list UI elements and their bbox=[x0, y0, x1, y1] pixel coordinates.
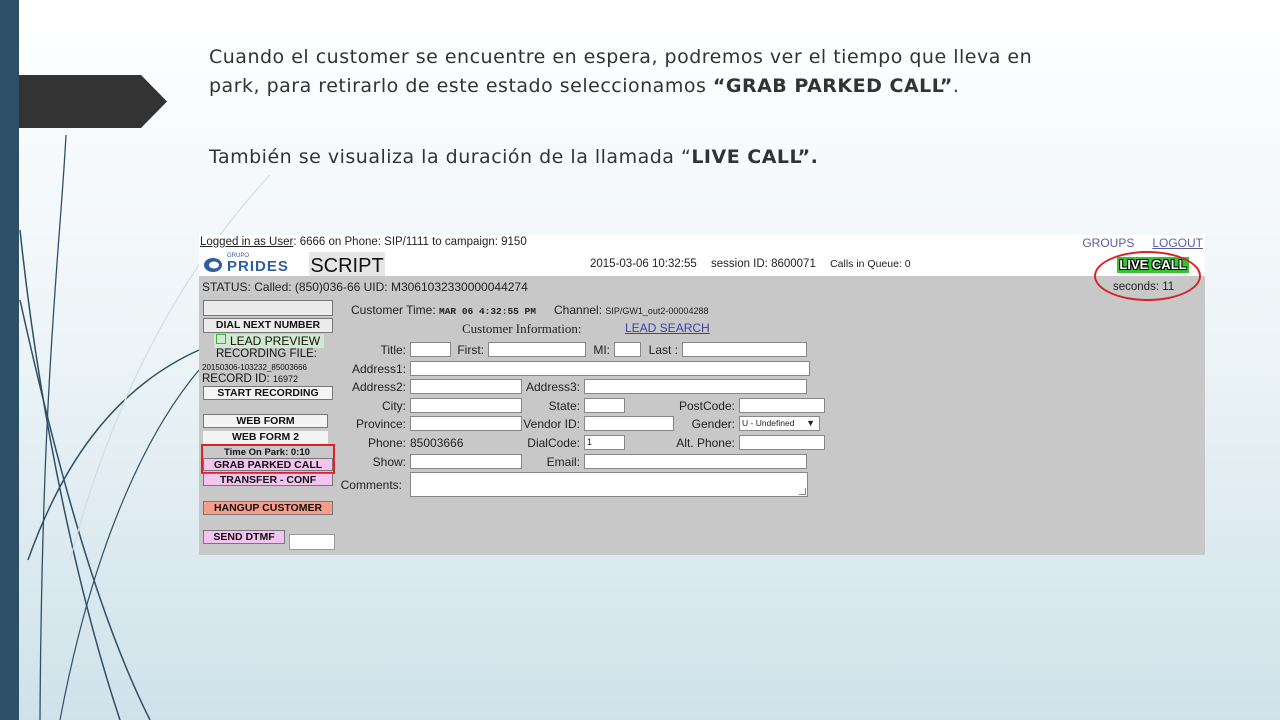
customer-time-label: Customer Time: bbox=[351, 303, 436, 317]
hangup-customer-button[interactable]: HANGUP CUSTOMER bbox=[203, 501, 333, 515]
channel: Channel: SIP/GW1_out2-00004288 bbox=[554, 303, 708, 317]
last-name-field[interactable] bbox=[682, 342, 807, 357]
gender-select[interactable]: U - Undefined ▼ bbox=[739, 416, 820, 431]
province-label: Province: bbox=[355, 417, 406, 431]
para2-text: También se visualiza la duración de la l… bbox=[209, 146, 692, 168]
show-label: Show: bbox=[372, 455, 406, 469]
phone-label: Phone: bbox=[367, 436, 406, 450]
mi-label: MI: bbox=[593, 343, 610, 357]
dial-next-number-button[interactable]: DIAL NEXT NUMBER bbox=[203, 318, 333, 333]
address2-label: Address2: bbox=[351, 380, 406, 394]
vendor-id-label: Vendor ID: bbox=[523, 417, 580, 431]
address3-field[interactable] bbox=[584, 379, 807, 394]
gender-label: Gender: bbox=[691, 417, 735, 431]
grupo-prides-logo: GRUPO PRIDES bbox=[203, 253, 307, 275]
logo-big-text: PRIDES bbox=[227, 258, 289, 275]
address1-field[interactable] bbox=[410, 361, 810, 376]
alt-phone-field[interactable] bbox=[739, 435, 825, 450]
web-form-button[interactable]: WEB FORM bbox=[203, 414, 328, 428]
transfer-conf-button[interactable]: TRANSFER - CONF bbox=[203, 473, 333, 486]
postcode-label: PostCode: bbox=[678, 399, 735, 413]
lead-search-link[interactable]: LEAD SEARCH bbox=[625, 321, 710, 335]
first-name-field[interactable] bbox=[488, 342, 586, 357]
main-panel bbox=[199, 276, 1205, 555]
calls-in-queue: Calls in Queue: 0 bbox=[830, 258, 911, 270]
recording-file-label: RECORDING FILE: bbox=[216, 348, 317, 360]
first-label: First: bbox=[457, 343, 484, 357]
live-call-highlight bbox=[1094, 251, 1201, 301]
para1-bold: “GRAB PARKED CALL” bbox=[712, 75, 953, 97]
resize-handle-icon[interactable] bbox=[799, 488, 806, 495]
customer-time-value: MAR 06 4:32:55 PM bbox=[439, 306, 536, 317]
tab-script[interactable]: SCRIPT bbox=[309, 252, 385, 278]
province-field[interactable] bbox=[410, 416, 522, 431]
last-label: Last : bbox=[648, 343, 678, 357]
slide-paragraph-2: También se visualiza la duración de la l… bbox=[209, 143, 1089, 172]
grab-parked-highlight bbox=[201, 444, 335, 474]
groups-link[interactable]: GROUPS bbox=[1082, 236, 1134, 250]
record-id: RECORD ID: 16972 bbox=[202, 373, 298, 385]
state-label: State: bbox=[548, 399, 580, 413]
agent-screen-screenshot: Logged in as User: 6666 on Phone: SIP/11… bbox=[199, 235, 1205, 555]
recording-file-value: 20150306-103232_85003666 bbox=[202, 363, 307, 372]
vendor-id-field[interactable] bbox=[584, 416, 674, 431]
show-field[interactable] bbox=[410, 454, 522, 469]
channel-value: SIP/GW1_out2-00004288 bbox=[605, 306, 709, 316]
comments-label: Comments: bbox=[340, 478, 402, 492]
lead-preview-checkbox[interactable] bbox=[216, 334, 226, 344]
dtmf-input[interactable] bbox=[289, 534, 335, 550]
gender-value: U - Undefined bbox=[742, 418, 795, 428]
address3-label: Address3: bbox=[525, 380, 580, 394]
title-label: Title: bbox=[380, 343, 406, 357]
customer-information-heading: Customer Information: bbox=[462, 321, 582, 336]
address1-label: Address1: bbox=[351, 362, 406, 376]
postcode-field[interactable] bbox=[739, 398, 825, 413]
logged-in-info: : 6666 on Phone: SIP/1111 to campaign: 9… bbox=[293, 236, 527, 248]
slide-paragraph-1: Cuando el customer se encuentre en esper… bbox=[209, 43, 1089, 101]
address2-field[interactable] bbox=[410, 379, 522, 394]
logout-link[interactable]: LOGOUT bbox=[1152, 236, 1203, 250]
web-form-2-button[interactable]: WEB FORM 2 bbox=[203, 431, 328, 444]
alt-phone-label: Alt. Phone: bbox=[676, 436, 735, 450]
dropdown-arrow-icon: ▼ bbox=[806, 418, 815, 428]
city-label: City: bbox=[382, 399, 406, 413]
title-field[interactable] bbox=[410, 342, 451, 357]
send-dtmf-button[interactable]: SEND DTMF bbox=[203, 530, 285, 544]
session-id: session ID: 8600071 bbox=[711, 258, 816, 270]
status-line: STATUS: Called: (850)036-66 UID: M306103… bbox=[202, 280, 528, 294]
para1-end: . bbox=[952, 75, 960, 97]
customer-time: Customer Time: MAR 06 4:32:55 PM bbox=[351, 303, 536, 317]
top-status-line: Logged in as User: 6666 on Phone: SIP/11… bbox=[199, 235, 1205, 251]
record-id-label: RECORD ID: bbox=[202, 373, 270, 385]
email-label: Email: bbox=[546, 455, 580, 469]
record-id-value: 16972 bbox=[272, 374, 298, 384]
mi-field[interactable] bbox=[614, 342, 641, 357]
comments-textarea[interactable] bbox=[410, 472, 808, 497]
state-field[interactable] bbox=[584, 398, 625, 413]
email-field[interactable] bbox=[584, 454, 807, 469]
channel-label: Channel: bbox=[554, 303, 603, 317]
phone-value: 85003666 bbox=[410, 436, 464, 450]
session-info: 2015-03-06 10:32:55 session ID: 8600071 … bbox=[590, 258, 922, 270]
datetime: 2015-03-06 10:32:55 bbox=[590, 258, 697, 270]
lead-preview-label: LEAD PREVIEW bbox=[230, 334, 321, 348]
blank-button[interactable] bbox=[203, 300, 333, 316]
dialcode-label: DialCode: bbox=[527, 436, 580, 450]
dialcode-field[interactable]: 1 bbox=[584, 435, 625, 450]
para2-bold: LIVE CALL”. bbox=[691, 146, 819, 168]
logged-in-link[interactable]: Logged in as User bbox=[200, 236, 293, 248]
city-field[interactable] bbox=[410, 398, 522, 413]
start-recording-button[interactable]: START RECORDING bbox=[203, 386, 333, 400]
top-links: GROUPS LOGOUT bbox=[1064, 236, 1203, 250]
lead-preview-option[interactable]: LEAD PREVIEW bbox=[214, 334, 324, 348]
